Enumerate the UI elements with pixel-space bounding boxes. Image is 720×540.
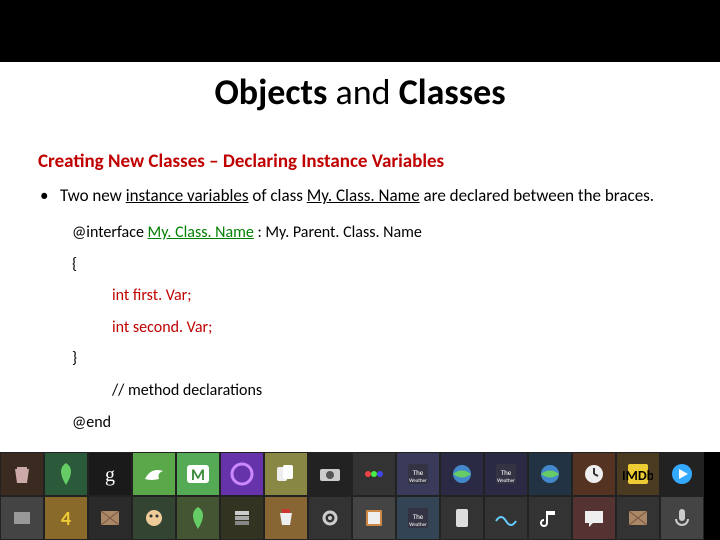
title-word-classes: Classes xyxy=(399,70,506,114)
dock-tile-7 xyxy=(308,452,352,496)
svg-text:M: M xyxy=(191,466,205,485)
bullet-text: Two new instance variables of class My. … xyxy=(60,185,680,208)
code-class-name: My. Class. Name xyxy=(148,223,254,242)
svg-text:4: 4 xyxy=(61,507,71,531)
slide-subtitle: Creating New Classes – Declaring Instanc… xyxy=(38,150,444,173)
dock-tile-3 xyxy=(132,452,176,496)
dock-tile-17: 4 xyxy=(44,496,88,540)
dock-tile-15 xyxy=(660,452,704,496)
dock-tile-4: M xyxy=(176,452,220,496)
dock-tile-25: TheWeather xyxy=(396,496,440,540)
dock-tile-19 xyxy=(132,496,176,540)
dock-tile-23 xyxy=(308,496,352,540)
dock-tile-20 xyxy=(176,496,220,540)
dock-tile-1 xyxy=(44,452,88,496)
code-line-5: } xyxy=(72,348,680,370)
dock-tile-26 xyxy=(440,496,484,540)
dock-tile-11: TheWeather xyxy=(484,452,528,496)
top-black-bar xyxy=(0,0,720,62)
bullet-pre: Two new xyxy=(60,185,126,206)
dock-tile-16 xyxy=(0,496,44,540)
code-line-1: @interface My. Class. Name : My. Parent.… xyxy=(72,222,680,244)
dock-tile-12 xyxy=(528,452,572,496)
term-instance-variables: instance variables xyxy=(126,185,249,206)
svg-text:Weather: Weather xyxy=(409,522,427,528)
term-class-name: My. Class. Name xyxy=(307,185,420,206)
code-line-3: int first. Var; xyxy=(72,285,680,307)
bullet-mid: of class xyxy=(249,185,307,206)
slide-title: Objects and Classes xyxy=(0,62,720,126)
dock-tile-6 xyxy=(264,452,308,496)
code-line-7: @end xyxy=(72,412,680,434)
dock-tile-10 xyxy=(440,452,484,496)
title-word-and: and xyxy=(327,70,398,114)
svg-text:Weather: Weather xyxy=(497,478,515,484)
dock-tile-13 xyxy=(572,452,616,496)
dock-tile-29 xyxy=(572,496,616,540)
slide-body: • Two new instance variables of class My… xyxy=(38,185,680,443)
dock-tile-9: TheWeather xyxy=(396,452,440,496)
code-line-2: { xyxy=(72,254,680,276)
code-block: @interface My. Class. Name : My. Parent.… xyxy=(72,222,680,433)
title-word-objects: Objects xyxy=(214,70,327,114)
dock-tile-8 xyxy=(352,452,396,496)
svg-text:g: g xyxy=(105,464,115,486)
dock-tile-14: IMDb xyxy=(616,452,660,496)
dock-tile-28 xyxy=(528,496,572,540)
dock-tile-24 xyxy=(352,496,396,540)
code-line-6: // method declarations xyxy=(72,380,680,402)
svg-text:IMDb: IMDb xyxy=(623,467,653,484)
bullet-1: • Two new instance variables of class My… xyxy=(38,185,680,208)
dock-tile-5 xyxy=(220,452,264,496)
dock-bar: gMTheWeatherTheWeatherIMDb4TheWeather xyxy=(0,452,720,540)
slide: Objects and Classes Creating New Classes… xyxy=(0,0,720,540)
svg-text:Weather: Weather xyxy=(409,478,427,484)
dock-tile-31 xyxy=(660,496,704,540)
dock-tile-27 xyxy=(484,496,528,540)
dock-tile-22 xyxy=(264,496,308,540)
code-line-4: int second. Var; xyxy=(72,317,680,339)
dock-tile-18 xyxy=(88,496,132,540)
bullet-dot: • xyxy=(38,185,60,208)
dock-tile-0 xyxy=(0,452,44,496)
dock-tile-2: g xyxy=(88,452,132,496)
svg-text:The: The xyxy=(413,512,424,521)
code-interface-kw: @interface xyxy=(72,223,148,242)
dock-tile-21 xyxy=(220,496,264,540)
bullet-post: are declared between the braces. xyxy=(420,185,654,206)
dock-tile-30 xyxy=(616,496,660,540)
svg-text:The: The xyxy=(413,468,424,477)
code-parent-class: : My. Parent. Class. Name xyxy=(254,223,422,242)
svg-text:The: The xyxy=(501,468,512,477)
